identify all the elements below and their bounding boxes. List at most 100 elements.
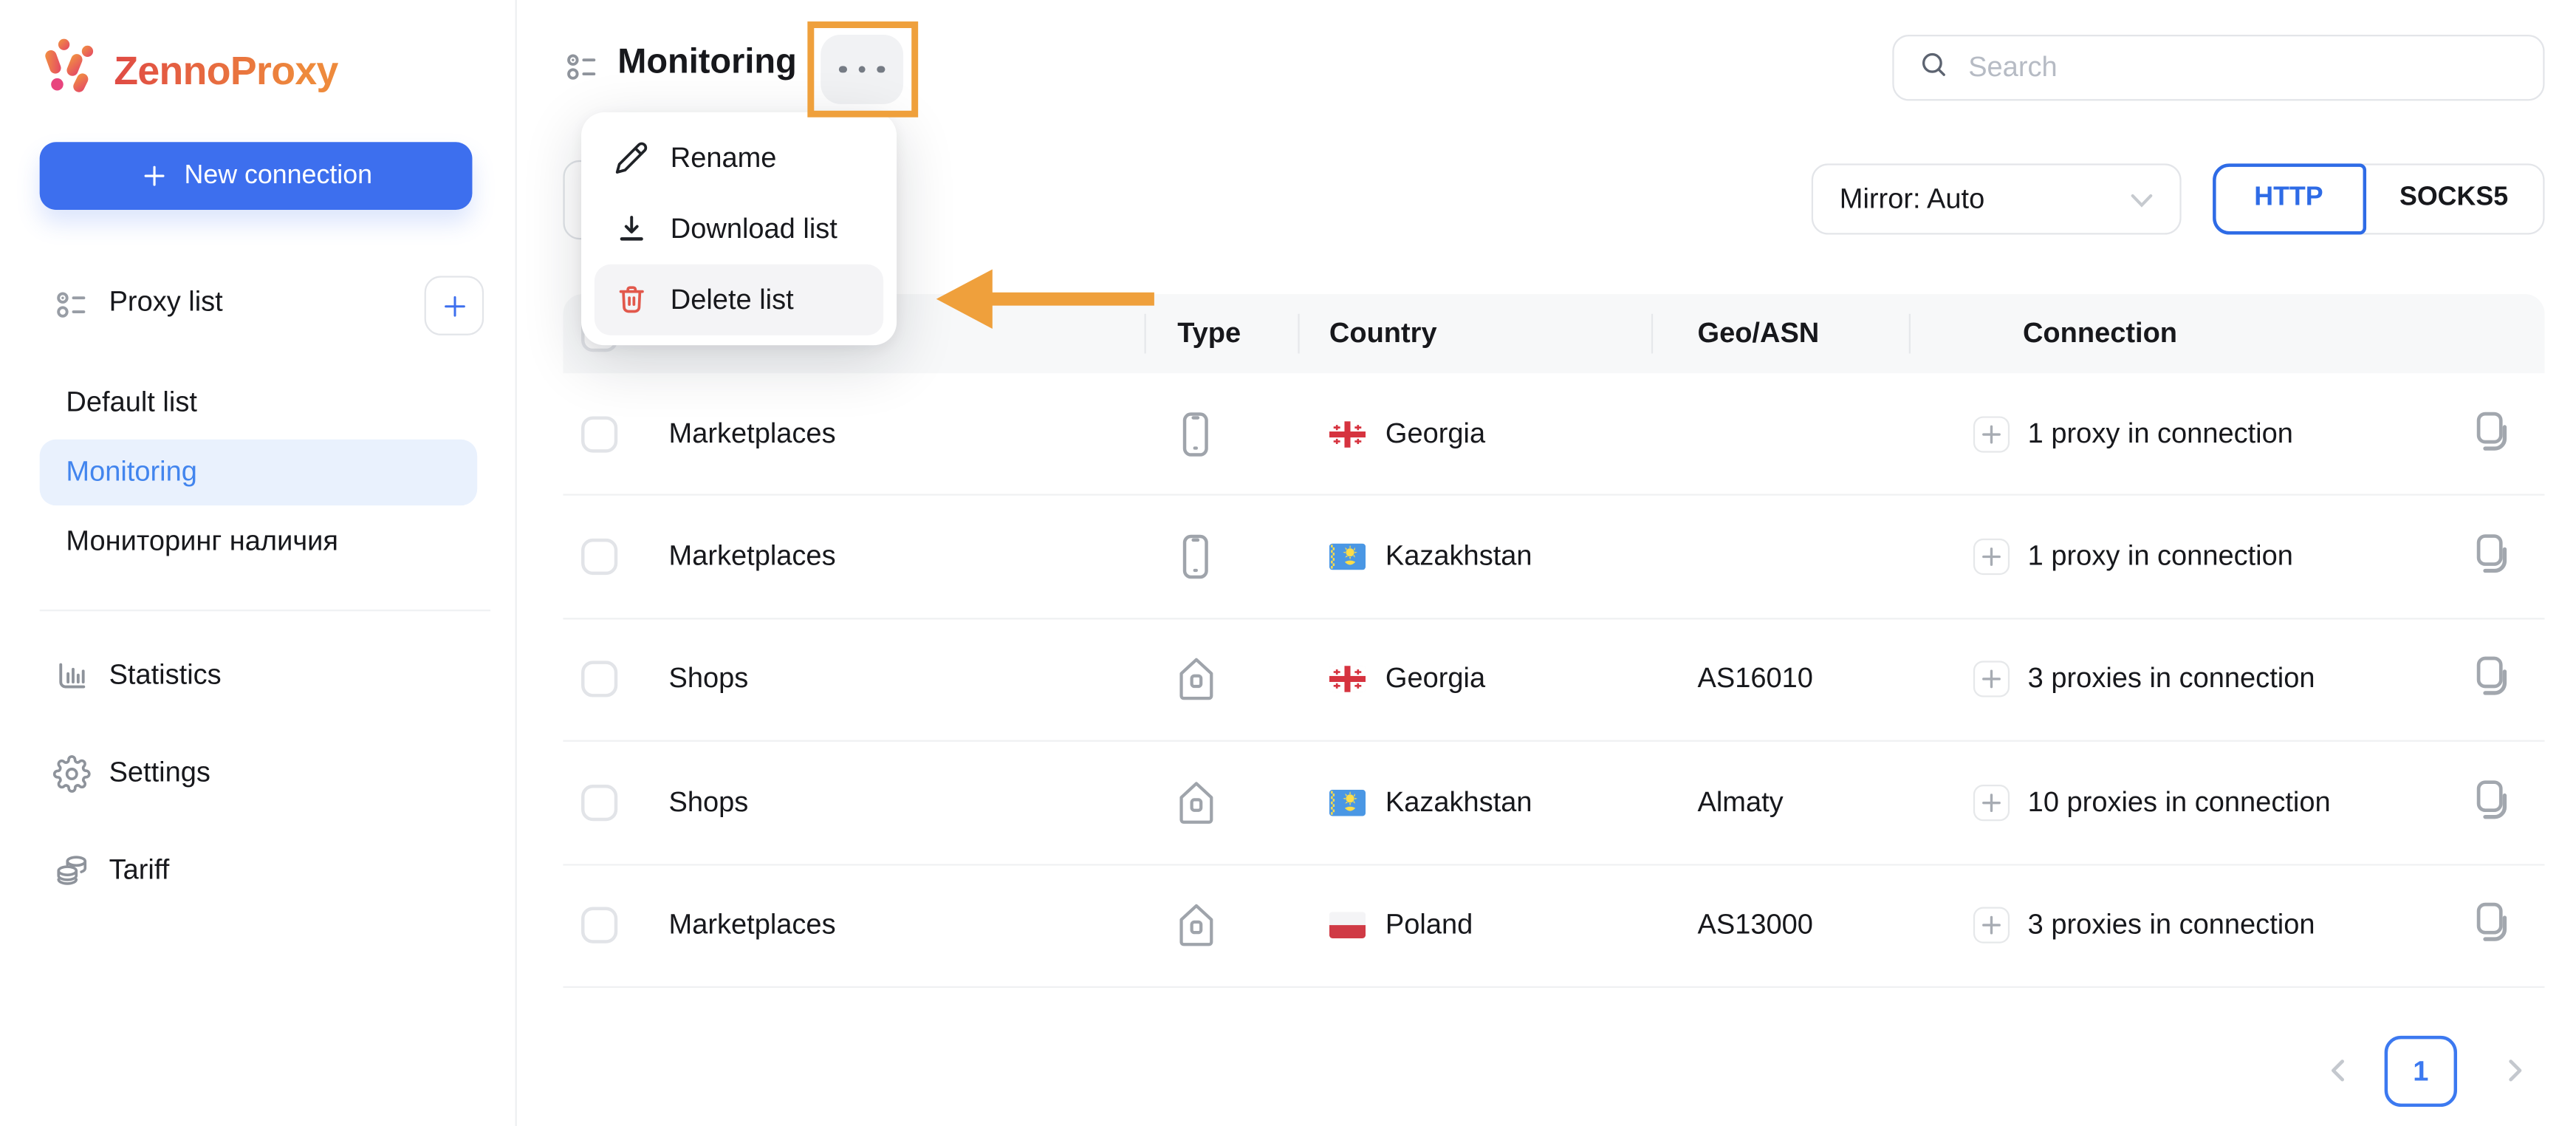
sidebar-list-item-label: Monitoring [66,456,197,488]
pencil-icon [613,140,649,175]
plus-icon [1982,547,2001,567]
table-row-3: Shops Kazakhstan Almaty 10 proxies in co… [563,742,2545,865]
sidebar-item-tariff[interactable]: Tariff [0,836,517,905]
country-name: Georgia [1385,417,1486,449]
protocol-http-button[interactable]: HTTP [2211,163,2366,234]
mirror-select[interactable]: Mirror: Auto [1811,163,2182,235]
row-name: Marketplaces [668,540,836,572]
menu-item-download-list[interactable]: Download list [595,194,883,265]
list-actions-menu-button[interactable] [821,34,904,104]
coins-icon [51,852,91,890]
next-page-icon[interactable] [2501,1057,2528,1092]
sidebar-item-label: Tariff [109,853,170,886]
row-checkbox[interactable] [581,539,618,576]
row-checkbox[interactable] [581,784,618,821]
sidebar-item-label: Settings [109,757,210,788]
sidebar-nav: Statistics Settings Tariff [0,641,517,934]
previous-page-icon[interactable] [2325,1057,2351,1092]
download-icon [613,211,649,246]
country-flag-icon [1329,543,1366,570]
column-header-country[interactable]: Country [1329,317,1437,350]
row-checkbox[interactable] [581,907,618,944]
connection-label: 1 proxy in connection [2027,540,2293,572]
row-geo-asn: AS13000 [1697,909,1813,941]
copy-icon[interactable] [2470,653,2512,706]
sidebar-list-item-2[interactable]: Мониторинг наличия [40,509,478,575]
app-window: ZennoProxy New connection Proxy list Def… [0,0,2576,1126]
copy-icon[interactable] [2470,777,2512,830]
copy-icon[interactable] [2470,899,2512,952]
mirror-select-value: Mirror: Auto [1839,182,1985,214]
add-list-button[interactable] [424,276,484,335]
row-country: Kazakhstan [1329,786,1532,819]
bar-chart-icon [51,657,91,695]
column-divider [1651,313,1654,354]
chevron-down-icon [2130,182,2153,216]
page-number-button[interactable]: 1 [2384,1035,2458,1108]
connection-label: 3 proxies in connection [2027,663,2315,695]
row-country: Georgia [1329,417,1485,451]
sidebar-item-settings[interactable]: Settings [0,738,517,808]
table-row-1: Marketplaces Kazakhstan 1 proxy in conne… [563,496,2545,619]
proxy-table-body: Marketplaces Georgia 1 proxy in connecti… [563,373,2545,988]
menu-item-label: Download list [670,212,837,244]
proxy-list-icon [55,287,92,334]
row-connection: 3 proxies in connection [1973,907,2315,944]
column-header-connection[interactable]: Connection [2023,317,2177,350]
search-input[interactable] [1964,50,2494,86]
brand-name: ZennoProxy [114,49,338,95]
plus-icon [1982,793,2001,812]
copy-icon[interactable] [2470,408,2512,461]
proxy-list-section: Proxy list [0,271,517,341]
column-divider [1144,313,1146,354]
column-header-geo-asn[interactable]: Geo/ASN [1698,317,1820,350]
list-actions-menu: Rename Download list Delete list [581,112,897,346]
row-name: Shops [668,785,749,818]
table-row-0: Marketplaces Georgia 1 proxy in connecti… [563,373,2545,497]
row-checkbox[interactable] [581,661,618,698]
proxy-list-icon [565,50,603,96]
menu-item-rename[interactable]: Rename [595,122,883,193]
row-name: Marketplaces [668,417,836,449]
pagination: 1 [2312,1035,2544,1108]
search-box [1892,34,2545,101]
add-to-connection-button[interactable] [1973,539,2010,576]
connection-label: 1 proxy in connection [2027,417,2293,449]
row-country: Poland [1329,909,1473,942]
residential-proxy-icon [1179,782,1213,824]
sidebar-list-item-0[interactable]: Default list [40,370,478,436]
column-divider [1298,313,1300,354]
residential-proxy-icon [1179,658,1213,701]
sidebar-item-statistics[interactable]: Statistics [0,641,517,711]
sidebar-divider [39,610,491,612]
new-connection-button[interactable]: New connection [39,142,473,210]
sidebar-item-label: Statistics [109,659,222,691]
country-name: Kazakhstan [1385,540,1532,572]
connection-label: 10 proxies in connection [2027,785,2331,818]
copy-icon[interactable] [2470,530,2512,584]
table-row-4: Marketplaces Poland AS13000 3 proxies in… [563,864,2545,988]
protocol-socks5-button[interactable]: SOCKS5 [2365,166,2543,231]
row-connection: 1 proxy in connection [1973,415,2293,452]
row-name: Marketplaces [668,909,836,941]
plus-icon [143,166,164,186]
add-to-connection-button[interactable] [1973,661,2010,698]
page-title: Monitoring [617,43,797,81]
add-to-connection-button[interactable] [1973,784,2010,821]
column-header-type[interactable]: Type [1177,317,1241,350]
row-connection: 10 proxies in connection [1973,784,2331,821]
country-name: Kazakhstan [1385,785,1532,818]
residential-proxy-icon [1179,904,1213,946]
sidebar-list-item-1[interactable]: Monitoring [39,439,478,506]
add-to-connection-button[interactable] [1973,907,2010,944]
menu-item-delete-list[interactable]: Delete list [594,264,884,335]
sidebar-lists: Default list Monitoring Мониторинг налич… [0,366,517,578]
add-to-connection-button[interactable] [1973,415,2010,452]
proxy-list-label: Proxy list [109,285,223,318]
connection-label: 3 proxies in connection [2027,909,2315,941]
protocol-toggle: SOCKS5 HTTP [2211,163,2545,235]
country-flag-icon [1329,666,1366,693]
row-checkbox[interactable] [581,415,618,452]
country-name: Georgia [1385,663,1486,695]
plus-icon [1982,670,2001,689]
